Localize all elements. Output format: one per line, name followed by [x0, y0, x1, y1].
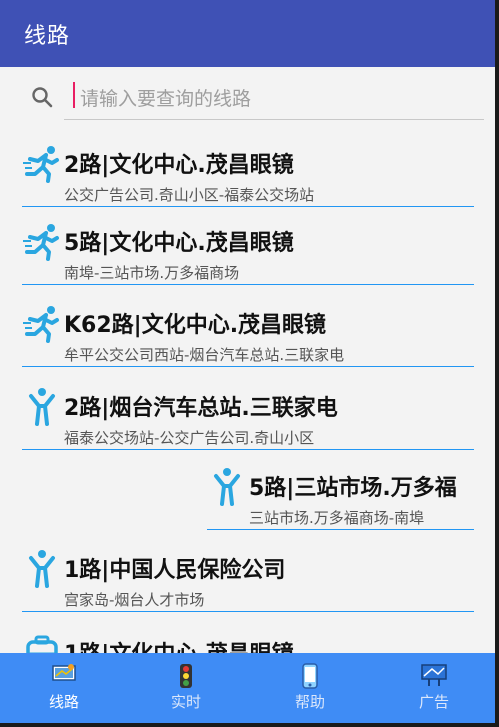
tab-label: 广告 [418, 693, 449, 711]
list-item[interactable]: 5路|三站市场.万多福 三站市场.万多福商场-南埠 [207, 446, 495, 530]
list-item[interactable]: 1路|中国人民保险公司 宫家岛-烟台人才市场 [22, 528, 495, 612]
route-name: 5路|文化中心.茂昌眼镜 [64, 231, 294, 256]
standing-person-icon [29, 550, 55, 588]
billboard-icon [421, 664, 447, 686]
tab-label: 线路 [48, 693, 79, 711]
tab-route[interactable]: 线路 [2, 653, 126, 723]
search-bar[interactable]: 请输入要查询的线路 [0, 67, 495, 123]
route-stops: 三站市场.万多福商场-南埠 [249, 509, 425, 527]
running-person-icon [23, 146, 59, 183]
list-item[interactable]: 2路|文化中心.茂昌眼镜 公交广告公司.奇山小区-福泰公交场站 [22, 123, 495, 207]
route-name: 1路|文化中心.茂昌眼镜 [64, 636, 294, 653]
running-person-icon [23, 224, 59, 261]
tab-realtime[interactable]: 实时 [124, 653, 248, 723]
route-stops: 牟平公交公司西站-烟台汽车总站.三联家电 [64, 346, 345, 364]
standing-person-icon [29, 388, 55, 426]
running-person-icon [23, 306, 59, 343]
phone-help-icon [302, 663, 318, 689]
route-name: 2路|文化中心.茂昌眼镜 [64, 153, 294, 178]
bottom-navigation: 线路 实时 帮助 广告 [0, 653, 495, 723]
text-cursor [73, 82, 75, 108]
standing-person-icon [214, 468, 240, 506]
app-screen: 线路 请输入要查询的线路 2路|文化中心.茂昌眼镜 公交广告公司.奇山小区-福泰… [0, 0, 495, 723]
route-stops: 福泰公交场站-公交广告公司.奇山小区 [64, 429, 315, 447]
route-name: 1路|中国人民保险公司 [64, 558, 286, 583]
list-item[interactable]: 2路|烟台汽车总站.三联家电 福泰公交场站-公交广告公司.奇山小区 [22, 366, 495, 450]
tab-label: 帮助 [294, 693, 325, 711]
search-icon[interactable] [30, 85, 54, 109]
search-underline [64, 119, 484, 120]
list-item[interactable]: 5路|文化中心.茂昌眼镜 南埠-三站市场.万多福商场 [22, 201, 495, 285]
route-name: 2路|烟台汽车总站.三联家电 [64, 396, 338, 421]
route-stops: 南埠-三站市场.万多福商场 [64, 264, 240, 282]
tab-help[interactable]: 帮助 [248, 653, 372, 723]
route-map-icon [52, 664, 76, 681]
traffic-light-icon [180, 664, 192, 688]
search-input[interactable]: 请输入要查询的线路 [80, 84, 251, 111]
route-list[interactable]: 2路|文化中心.茂昌眼镜 公交广告公司.奇山小区-福泰公交场站 5路|文化中心.… [0, 123, 495, 653]
tab-ads[interactable]: 广告 [372, 653, 495, 723]
list-item[interactable]: K62路|文化中心.茂昌眼镜 牟平公交公司西站-烟台汽车总站.三联家电 [22, 283, 495, 367]
bus-icon [26, 635, 58, 653]
app-bar: 线路 [0, 0, 495, 67]
route-name: K62路|文化中心.茂昌眼镜 [64, 313, 327, 338]
route-stops: 宫家岛-烟台人才市场 [64, 591, 205, 609]
list-item[interactable]: 1路|文化中心.茂昌眼镜 [22, 612, 495, 653]
tab-label: 实时 [170, 693, 201, 711]
route-name: 5路|三站市场.万多福 [249, 476, 457, 501]
app-title: 线路 [24, 24, 71, 49]
